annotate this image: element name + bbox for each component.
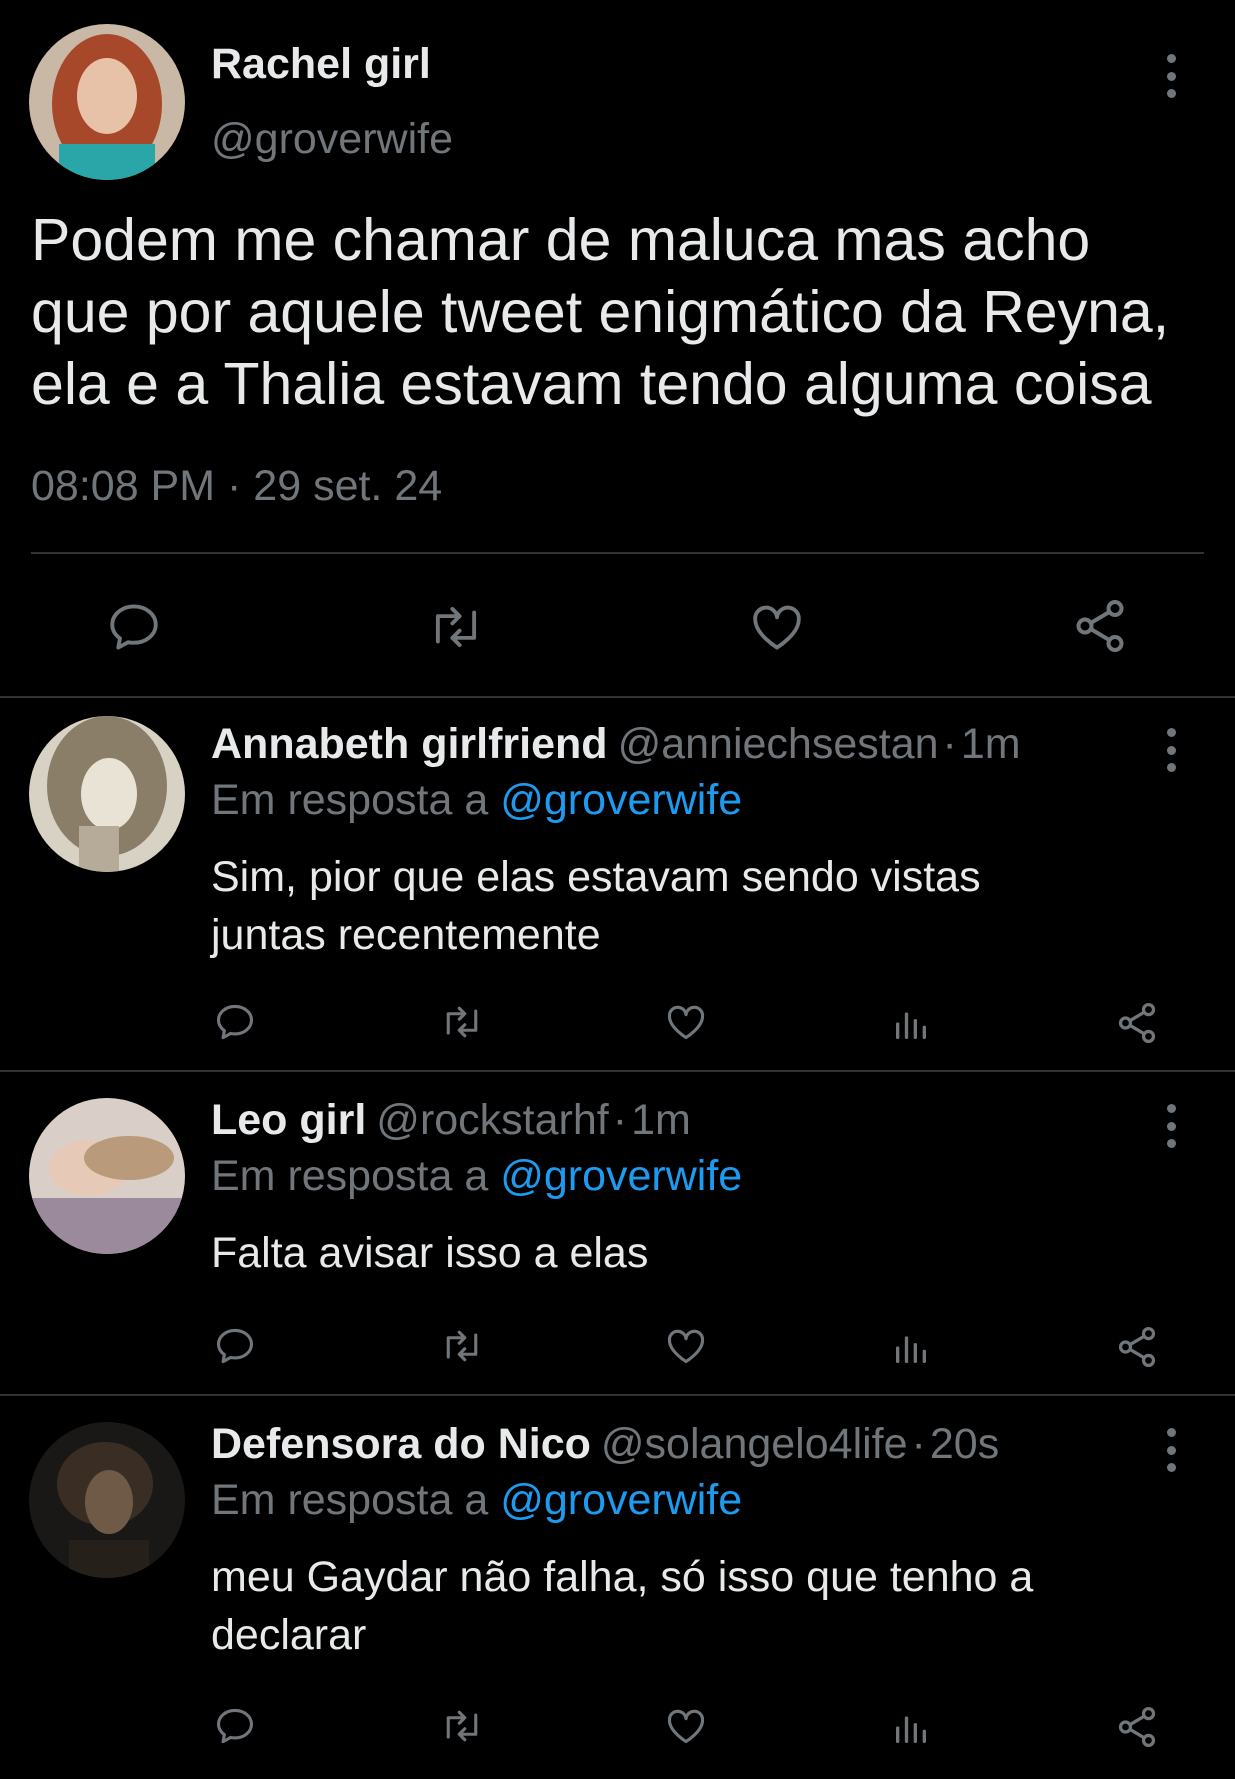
in-reply-handle-link[interactable]: @groverwife <box>500 1476 742 1524</box>
tweet-date: 29 set. 24 <box>253 462 443 510</box>
in-reply-handle-link[interactable]: @groverwife <box>500 1152 742 1200</box>
avatar[interactable] <box>29 1098 185 1254</box>
retweet-icon[interactable] <box>421 598 491 656</box>
author-name[interactable]: Rachel girl <box>211 40 431 89</box>
author-name[interactable]: Leo girl <box>211 1096 366 1144</box>
reply-icon[interactable] <box>212 1704 258 1748</box>
in-reply-to: Em resposta a @groverwife <box>211 1152 742 1201</box>
like-icon[interactable] <box>663 1324 709 1368</box>
reply-icon[interactable] <box>212 1000 258 1044</box>
author-handle[interactable]: @groverwife <box>211 115 453 164</box>
more-options-icon[interactable] <box>1156 1428 1186 1472</box>
separator: · <box>911 1420 926 1468</box>
avatar[interactable] <box>29 1422 185 1578</box>
reply-text: Sim, pior que elas estavam sendo vistas … <box>211 848 1201 964</box>
share-icon[interactable] <box>1070 596 1130 656</box>
share-icon[interactable] <box>1114 1324 1160 1370</box>
retweet-icon[interactable] <box>436 1000 488 1044</box>
separator: · <box>227 462 242 510</box>
reply-tweet[interactable]: Annabeth girlfriend @anniechsestan·1m Em … <box>0 698 1235 1072</box>
author-handle[interactable]: @anniechsestan <box>618 720 939 768</box>
in-reply-handle-link[interactable]: @groverwife <box>500 776 742 824</box>
tweet-text-line: que por aquele tweet enigmático da Reyna… <box>31 279 1170 345</box>
more-options-icon[interactable] <box>1156 54 1186 98</box>
in-reply-label: Em resposta a <box>211 1476 489 1524</box>
reply-text-line: declarar <box>211 1611 367 1659</box>
reply-time[interactable]: 1m <box>631 1096 691 1144</box>
in-reply-label: Em resposta a <box>211 1152 489 1200</box>
views-icon[interactable] <box>891 1004 931 1044</box>
retweet-icon[interactable] <box>436 1324 488 1368</box>
views-icon[interactable] <box>891 1708 931 1748</box>
reply-icon[interactable] <box>212 1324 258 1368</box>
share-icon[interactable] <box>1114 1000 1160 1046</box>
in-reply-label: Em resposta a <box>211 776 489 824</box>
more-options-icon[interactable] <box>1156 1104 1186 1148</box>
reply-text-line: juntas recentemente <box>211 911 601 959</box>
reply-time[interactable]: 1m <box>961 720 1021 768</box>
reply-time[interactable]: 20s <box>930 1420 999 1468</box>
separator: · <box>942 720 957 768</box>
avatar[interactable] <box>29 716 185 872</box>
views-icon[interactable] <box>891 1328 931 1368</box>
reply-text-line: meu Gaydar não falha, só isso que tenho … <box>211 1553 1034 1601</box>
like-icon[interactable] <box>747 598 807 656</box>
reply-text: meu Gaydar não falha, só isso que tenho … <box>211 1548 1201 1664</box>
reply-text-line: Falta avisar isso a elas <box>211 1229 649 1277</box>
avatar[interactable] <box>29 24 185 180</box>
reply-tweet[interactable]: Leo girl @rockstarhf·1m Em resposta a @gr… <box>0 1072 1235 1396</box>
tweet-timestamp[interactable]: 08:08 PM · 29 set. 24 <box>31 462 442 511</box>
divider <box>31 552 1204 554</box>
reply-header: Annabeth girlfriend @anniechsestan·1m <box>211 720 1021 769</box>
main-tweet: Rachel girl @groverwife Podem me chamar … <box>0 0 1235 698</box>
reply-tweet[interactable]: Defensora do Nico @solangelo4life·20s Em … <box>0 1396 1235 1779</box>
author-handle[interactable]: @solangelo4life <box>601 1420 908 1468</box>
in-reply-to: Em resposta a @groverwife <box>211 1476 742 1525</box>
reply-icon[interactable] <box>104 598 164 656</box>
tweet-text: Podem me chamar de maluca mas acho que p… <box>31 204 1221 420</box>
reply-text-line: Sim, pior que elas estavam sendo vistas <box>211 853 981 901</box>
retweet-icon[interactable] <box>436 1704 488 1748</box>
reply-header: Leo girl @rockstarhf·1m <box>211 1096 691 1145</box>
author-handle[interactable]: @rockstarhf <box>376 1096 608 1144</box>
in-reply-to: Em resposta a @groverwife <box>211 776 742 825</box>
share-icon[interactable] <box>1114 1704 1160 1750</box>
tweet-text-line: ela e a Thalia estavam tendo alguma cois… <box>31 351 1152 417</box>
author-name[interactable]: Defensora do Nico <box>211 1420 591 1468</box>
separator: · <box>612 1096 628 1144</box>
author-name[interactable]: Annabeth girlfriend <box>211 720 608 768</box>
like-icon[interactable] <box>663 1704 709 1748</box>
like-icon[interactable] <box>663 1000 709 1044</box>
tweet-time: 08:08 PM <box>31 462 216 510</box>
more-options-icon[interactable] <box>1156 728 1186 772</box>
tweet-text-line: Podem me chamar de maluca mas acho <box>31 207 1091 273</box>
reply-text: Falta avisar isso a elas <box>211 1224 1201 1282</box>
reply-header: Defensora do Nico @solangelo4life·20s <box>211 1420 999 1469</box>
